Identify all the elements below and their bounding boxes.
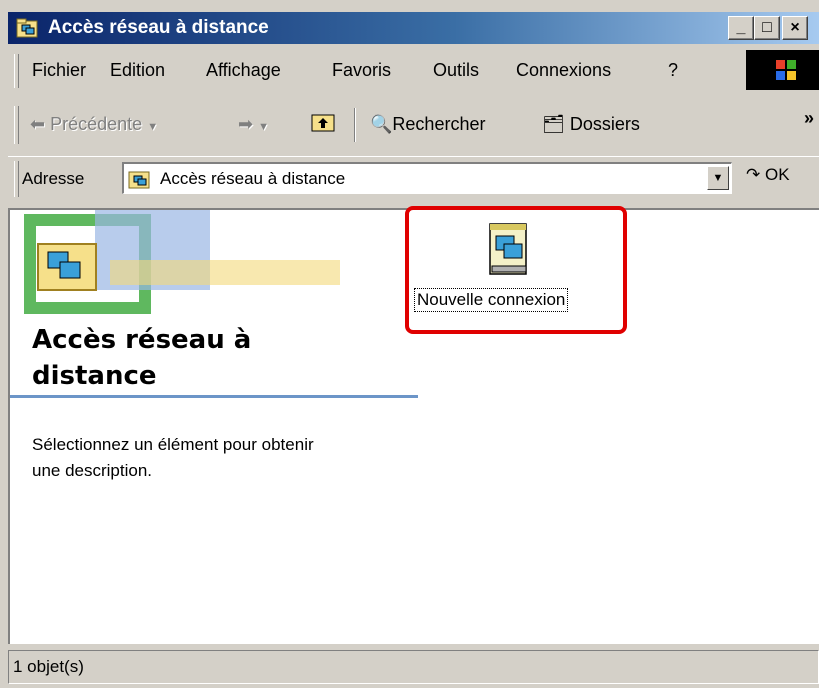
folders-button[interactable]: 🗂 Dossiers [542,114,640,135]
description-line2: une description. [32,461,153,480]
status-bar: 1 objet(s) [0,648,819,688]
toolbar-grip[interactable] [14,106,19,144]
folders-label: Dossiers [569,114,640,134]
panel-title: Accès réseau à distance [32,322,251,394]
search-button[interactable]: 🔍Rechercher [370,114,485,135]
up-folder-icon [311,114,335,132]
panel-description: Sélectionnez un élément pour obtenir une… [32,432,314,484]
standard-toolbar: ⬅ Précédente ▼ ➡ ▼ 🔍Rechercher 🗂 Dossier… [8,100,819,152]
panel-divider [10,395,418,398]
menu-outils[interactable]: Outils [433,60,479,81]
folders-icon: 🗂 [542,114,565,134]
window-title: Accès réseau à distance [48,17,269,38]
panel-title-line1: Accès réseau à [32,325,252,355]
back-arrow-icon: ⬅ [30,114,46,134]
chevron-down-icon: ▼ [712,172,724,184]
back-label: Précédente [50,114,143,134]
menu-help[interactable]: ? [668,60,678,81]
panel-title-line2: distance [32,361,157,391]
menu-edition[interactable]: Edition [110,60,165,81]
menu-affichage[interactable]: Affichage [206,60,281,81]
windows-logo [746,50,819,90]
back-dropdown-icon: ▼ [147,121,159,133]
forward-arrow-icon: ➡ [238,114,254,134]
menu-bar: Fichier Edition Affichage Favoris Outils… [8,50,819,94]
menu-favoris[interactable]: Favoris [332,60,391,81]
status-text: 1 objet(s) [13,657,84,676]
address-input[interactable]: Accès réseau à distance ▼ [122,162,732,194]
addressbar-grip[interactable] [14,161,19,197]
maximize-button[interactable]: □ [754,16,780,40]
explorer-window: Accès réseau à distance _ □ × Fichier Ed… [0,0,819,688]
search-label: Rechercher [392,114,486,134]
address-bar: Adresse Accès réseau à distance ▼ ↷ OK [8,156,819,203]
address-label: Adresse [22,169,85,188]
new-connection-label[interactable]: Nouvelle connexion [414,288,569,312]
address-dropdown-button[interactable]: ▼ [707,166,729,190]
search-icon: 🔍 [370,114,393,134]
go-arrow-icon: ↷ [746,165,761,184]
back-button[interactable]: ⬅ Précédente ▼ [30,114,158,135]
new-connection-icon[interactable] [486,222,532,280]
windows-flag-icon [776,60,796,80]
status-panel: 1 objet(s) [8,650,819,684]
toolbar-separator [354,108,356,142]
dialup-folder-icon [128,171,150,189]
description-line1: Sélectionnez un élément pour obtenir [32,435,314,454]
folder-view: Accès réseau à distance Sélectionnez un … [8,206,819,644]
menubar-grip[interactable] [14,54,19,88]
menu-fichier[interactable]: Fichier [32,60,86,81]
folder-banner-graphic [24,210,340,314]
forward-dropdown-icon: ▼ [258,121,269,133]
menu-connexions[interactable]: Connexions [516,60,611,81]
dialup-folder-icon [16,18,38,38]
title-bar[interactable]: Accès réseau à distance _ □ × [8,12,819,44]
go-label: OK [764,165,790,184]
up-folder-button[interactable] [310,110,336,139]
toolbar-overflow-button[interactable]: » [804,108,814,129]
address-value: Accès réseau à distance [160,169,346,188]
minimize-button[interactable]: _ [728,16,754,40]
close-button[interactable]: × [782,16,808,40]
forward-button[interactable]: ➡ ▼ [238,114,269,135]
go-button[interactable]: ↷ OK [746,165,790,185]
